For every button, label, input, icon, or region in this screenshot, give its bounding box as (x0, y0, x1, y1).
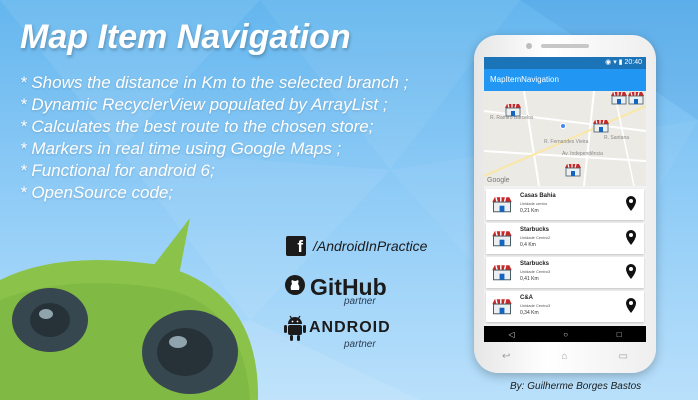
store-unit: Unidade Centro2 (520, 235, 551, 240)
app-title-bar: MapItemNavigation (484, 69, 646, 91)
location-pin-icon[interactable] (625, 263, 637, 280)
google-attribution: Google (487, 177, 510, 184)
store-name: Starbucks (520, 261, 550, 267)
hardware-recent-icon[interactable]: ▭ (619, 351, 628, 362)
store-card[interactable]: C&A Unidade Centro3 0,34 Km (486, 291, 644, 322)
hardware-buttons: ↩ ⌂ ▭ (502, 349, 628, 363)
store-unit: Unidade Centro3 (520, 269, 551, 274)
google-map[interactable]: R. Ramiro Barcelos R. Fernandes Vieira A… (484, 91, 646, 186)
status-icons: ◉ ▾ ▮ (605, 59, 625, 66)
map-street-label: Av. Independência (562, 151, 603, 157)
recent-apps-nav-icon[interactable]: □ (617, 330, 622, 339)
android-icon (284, 315, 306, 341)
store-unit: Unidade centro (520, 201, 548, 206)
phone-screen: ◉ ▾ ▮ 20:40 MapItemNavigation R. Ramiro … (484, 57, 646, 342)
facebook-handle[interactable]: /AndroidInPractice (313, 238, 427, 254)
store-icon (492, 299, 512, 315)
github-icon (285, 275, 305, 295)
store-marker-icon[interactable] (627, 91, 645, 105)
hardware-home-icon[interactable]: ⌂ (561, 351, 567, 362)
store-card[interactable]: Casas Bahia Unidade centro 0,21 Km (486, 189, 644, 220)
store-marker-icon[interactable] (564, 163, 582, 177)
status-bar: ◉ ▾ ▮ 20:40 (484, 57, 646, 69)
map-street-label: R. Santana (604, 135, 630, 141)
store-marker-icon[interactable] (504, 103, 522, 117)
github-partner-label: partner (344, 296, 376, 307)
store-distance: 0,21 Km (520, 208, 539, 214)
page-title: Map Item Navigation (20, 18, 351, 56)
map-street-label: R. Fernandes Vieira (544, 139, 589, 145)
store-card[interactable]: Starbucks Unidade Centro2 0,4 Km (486, 223, 644, 254)
camera-icon (526, 43, 532, 49)
home-nav-icon[interactable]: ○ (563, 330, 568, 339)
location-pin-icon[interactable] (625, 297, 637, 314)
feature-list: * Shows the distance in Km to the select… (20, 72, 475, 204)
feature-item: * Functional for android 6; (20, 161, 215, 180)
android-logo-text: ANDROID (309, 319, 391, 336)
store-name: Starbucks (520, 227, 550, 233)
facebook-icon: f (286, 236, 306, 256)
location-pin-icon[interactable] (625, 195, 637, 212)
store-icon (492, 265, 512, 281)
store-distance: 0,4 Km (520, 242, 536, 248)
author-byline: By: Guilherme Borges Bastos (510, 381, 642, 392)
store-marker-icon[interactable] (610, 91, 628, 105)
status-time: 20:40 (624, 59, 642, 66)
store-name: C&A (520, 295, 533, 301)
feature-item: * OpenSource code; (20, 183, 174, 202)
store-unit: Unidade Centro3 (520, 303, 551, 308)
android-nav-bar: ◁ ○ □ (484, 326, 646, 342)
store-icon (492, 197, 512, 213)
feature-item: * Dynamic RecyclerView populated by Arra… (20, 95, 388, 114)
my-location-marker (560, 123, 566, 129)
speaker-grille (541, 44, 589, 48)
store-distance: 0,41 Km (520, 276, 539, 282)
store-card[interactable]: Starbucks Unidade Centro3 0,41 Km (486, 257, 644, 288)
store-marker-icon[interactable] (592, 119, 610, 133)
feature-item: * Calculates the best route to the chose… (20, 117, 374, 136)
feature-item: * Shows the distance in Km to the select… (20, 73, 409, 92)
store-list: Casas Bahia Unidade centro 0,21 Km Starb… (484, 186, 646, 322)
hardware-back-icon[interactable]: ↩ (502, 351, 510, 362)
store-icon (492, 231, 512, 247)
phone-mockup: ◉ ▾ ▮ 20:40 MapItemNavigation R. Ramiro … (474, 35, 656, 373)
feature-item: * Markers in real time using Google Maps… (20, 139, 342, 158)
store-name: Casas Bahia (520, 193, 556, 199)
android-robot-illustration (0, 218, 259, 400)
store-distance: 0,34 Km (520, 310, 539, 316)
android-partner-label: partner (344, 339, 376, 350)
location-pin-icon[interactable] (625, 229, 637, 246)
back-nav-icon[interactable]: ◁ (508, 330, 514, 339)
